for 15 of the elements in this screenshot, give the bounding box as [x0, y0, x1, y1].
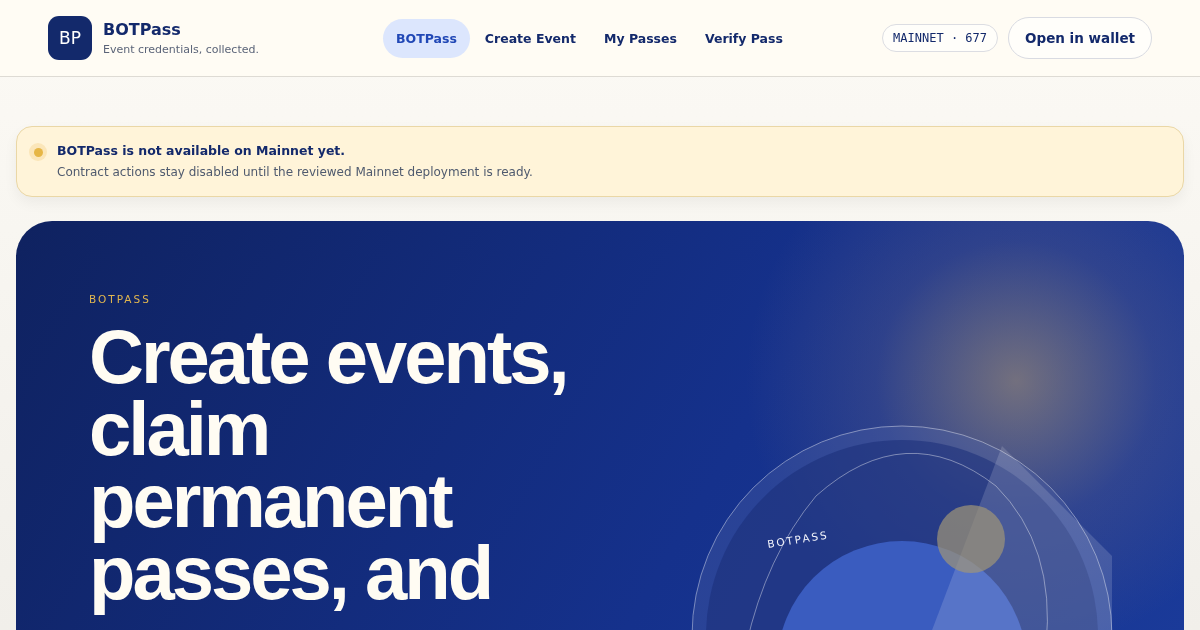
nav-tab[interactable]: Create Event — [471, 18, 589, 58]
brand-tagline: Event credentials, collected. — [103, 43, 259, 56]
status-dot-icon — [29, 143, 47, 161]
hero-headline: Create events, claim permanent passes, and — [89, 317, 568, 617]
nav-tab[interactable]: My Passes — [590, 18, 690, 58]
brand-name: BOTPass — [103, 20, 182, 39]
notice-message: Contract actions stay disabled until the reviewed Mainnet deployment is ready. — [57, 165, 533, 179]
hero-eyebrow: BOTPASS — [89, 293, 152, 305]
logo-badge: BP — [48, 16, 92, 60]
coin-label: BOTPASS — [766, 528, 830, 550]
network-badge: MAINNET · 677 — [882, 24, 998, 52]
wallet-button[interactable]: Open in wallet — [1008, 17, 1152, 59]
nav-tab[interactable]: BOTPass — [383, 18, 470, 58]
nav-tab[interactable]: Verify Pass — [691, 18, 796, 58]
notice-title: BOTPass is not available on Mainnet yet. — [57, 143, 347, 158]
